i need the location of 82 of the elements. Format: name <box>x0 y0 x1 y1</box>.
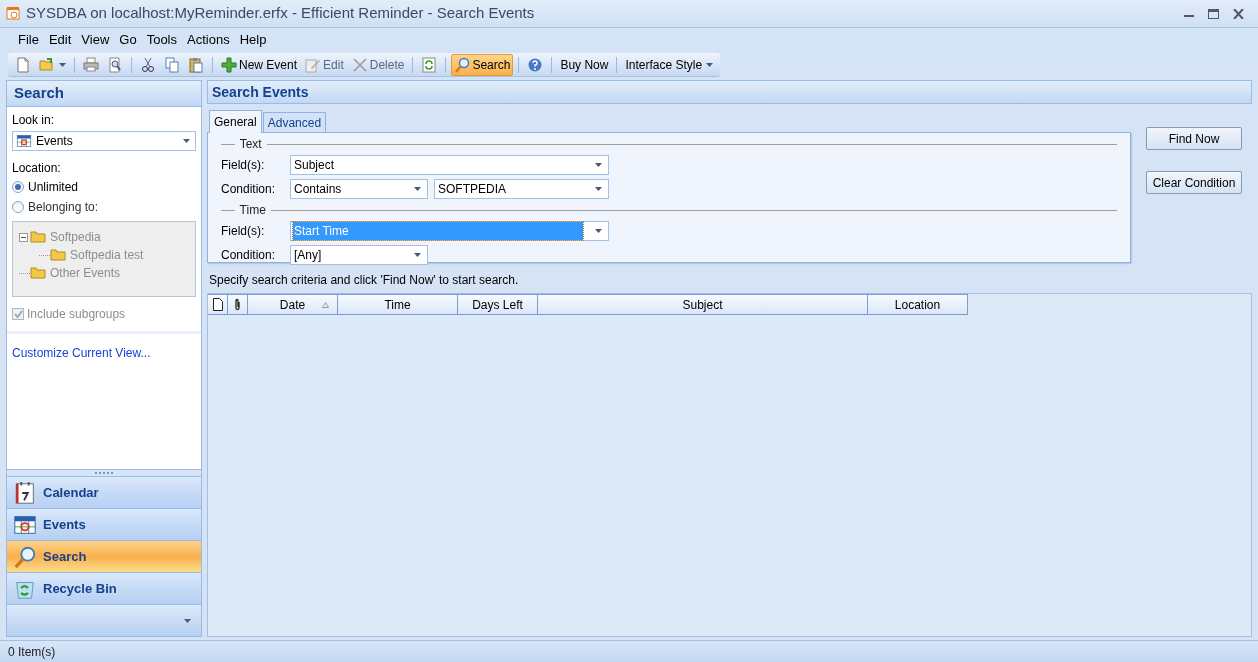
menu-item[interactable]: View <box>77 28 114 52</box>
tab[interactable]: General <box>209 110 262 133</box>
radio-option[interactable]: Belonging to: <box>12 197 196 217</box>
menu-item[interactable]: Actions <box>183 28 234 52</box>
sort-arrow-icon <box>322 302 329 308</box>
status-text: 0 Item(s) <box>8 643 56 661</box>
radio-option[interactable]: Unlimited <box>12 177 196 197</box>
toolbar-button[interactable]: Interface Style <box>622 53 717 76</box>
folder-icon <box>30 231 46 243</box>
navigation-button[interactable]: Events <box>7 508 201 540</box>
field-label: Field(s): <box>221 223 266 240</box>
column-header[interactable] <box>208 294 228 315</box>
dropdown-field[interactable]: Subject <box>290 155 609 175</box>
window-title: SYSDBA on localhost:MyReminder.erfx - Efficient Reminder - Search Events <box>26 3 535 24</box>
checkmark-icon <box>13 309 23 319</box>
grid-calendar-icon <box>16 133 32 149</box>
customize-view-link[interactable]: Customize Current View... <box>12 344 151 362</box>
panel-title: Search <box>7 81 201 107</box>
dropdown-arrow-icon <box>183 139 190 143</box>
toolbar-button[interactable]: Search <box>451 53 514 76</box>
dropdown-arrow-icon <box>595 229 602 233</box>
field-label: Condition: <box>221 247 277 264</box>
action-button[interactable]: Clear Condition <box>1146 171 1242 194</box>
maximize-icon[interactable] <box>1208 8 1219 19</box>
folder-icon <box>39 56 55 73</box>
new-document-icon <box>15 56 31 73</box>
column-header[interactable]: Date <box>248 294 338 315</box>
dropdown-arrow-icon <box>595 163 602 167</box>
menu-item[interactable]: Tools <box>142 28 181 52</box>
action-button[interactable]: Find Now <box>1146 127 1242 150</box>
paperclip-icon <box>234 298 241 311</box>
dropdown-arrow-icon <box>706 62 714 67</box>
dropdown-field[interactable]: Contains <box>290 179 428 199</box>
close-icon[interactable] <box>1233 8 1244 19</box>
document-icon <box>212 298 223 311</box>
column-header[interactable]: Time <box>338 294 458 315</box>
dropdown-field[interactable]: [Any] <box>290 245 428 265</box>
dropdown-arrow-icon <box>595 187 602 191</box>
tab[interactable]: Advanced <box>262 112 327 132</box>
search-icon <box>454 56 471 73</box>
menu-item[interactable]: File <box>14 28 43 52</box>
print-preview-icon <box>107 56 123 73</box>
dropdown-arrow-icon <box>184 618 191 623</box>
search-icon <box>13 544 37 569</box>
dropdown-field[interactable]: SOFTPEDIA <box>434 179 609 199</box>
column-header[interactable]: Days Left <box>458 294 538 315</box>
navigation-button[interactable]: Recycle Bin <box>7 572 201 604</box>
field-label: Field(s): <box>221 157 266 174</box>
toolbar-button[interactable]: Buy Now <box>557 53 612 76</box>
column-header[interactable]: Location <box>868 294 968 315</box>
navigation-button[interactable]: Search <box>7 540 201 572</box>
printer-icon <box>83 56 99 73</box>
look-in-dropdown[interactable]: Events <box>12 131 196 151</box>
toolbar-button[interactable]: New Event <box>218 53 301 76</box>
dropdown-arrow-icon <box>414 187 421 191</box>
field-label: Look in: <box>12 112 56 129</box>
copy-icon <box>164 56 180 73</box>
folder-icon <box>30 267 46 279</box>
folder-icon <box>50 249 66 261</box>
menu-item[interactable]: Go <box>115 28 141 52</box>
help-icon <box>527 56 544 73</box>
column-header[interactable]: Subject <box>538 294 868 315</box>
paste-icon <box>188 56 204 73</box>
dropdown-arrow-icon <box>59 62 66 67</box>
hint-text: Specify search criteria and click 'Find Now' to start search. <box>209 272 520 286</box>
plus-icon <box>221 56 237 73</box>
dropdown-arrow-icon <box>414 253 421 257</box>
panel-title: Search Events <box>207 80 1252 104</box>
calendar-icon <box>13 480 37 505</box>
refresh-icon <box>421 56 438 73</box>
group-label: Time <box>238 202 267 219</box>
menu-item[interactable]: Edit <box>44 28 76 52</box>
scissors-icon <box>140 56 156 73</box>
field-label: Condition: <box>221 181 277 198</box>
navigation-button[interactable]: Calendar <box>7 476 201 508</box>
splitter-grip[interactable] <box>7 469 201 476</box>
cross-icon <box>351 56 368 73</box>
group-label: Text <box>238 136 263 153</box>
field-label: Location: <box>12 160 62 177</box>
pencil-icon <box>305 56 322 73</box>
menu-item[interactable]: Help <box>235 28 271 52</box>
column-header[interactable] <box>228 294 248 315</box>
